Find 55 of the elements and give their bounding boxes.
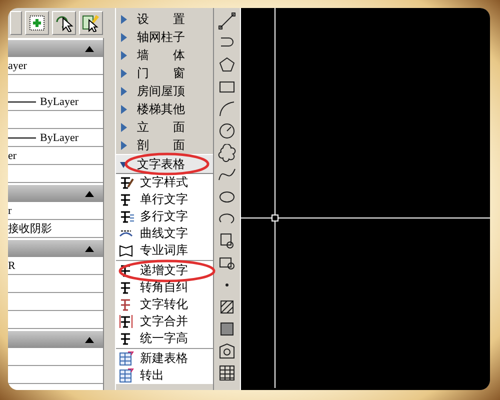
menu-item[interactable]: 文字表格 <box>116 154 213 173</box>
draw-tool-icon <box>218 232 236 250</box>
menu-item[interactable]: 曲线文字 <box>116 225 213 242</box>
menu-item[interactable]: 文字合并 <box>116 313 213 330</box>
text-tool-icon <box>118 175 134 190</box>
menu-item[interactable]: 立面 <box>116 118 213 136</box>
property-value: ayer <box>8 60 27 72</box>
menu-item[interactable]: 专业词库 <box>116 242 213 259</box>
point-icon <box>225 282 229 286</box>
text-tool-icon <box>118 351 134 366</box>
draw-tool-icon <box>218 56 236 74</box>
select-button[interactable] <box>52 11 76 35</box>
text-tool-icon <box>118 209 134 224</box>
quick-edit-button[interactable] <box>79 11 103 35</box>
expanded-icon <box>120 160 127 168</box>
menu-item[interactable]: 楼梯其他 <box>116 100 213 118</box>
property-value: er <box>8 150 17 162</box>
menu-item[interactable]: 转出 <box>116 367 213 384</box>
menu-item[interactable]: 递增文字 <box>116 262 213 279</box>
draw-tool-button[interactable] <box>216 142 238 163</box>
property-value: r <box>8 204 12 216</box>
draw-tool-icon <box>218 298 236 316</box>
menu-item[interactable]: 多行文字 <box>116 208 213 225</box>
linetype-sample <box>8 136 36 140</box>
menu-item[interactable]: 单行文字 <box>116 191 213 208</box>
draw-tool-button[interactable] <box>216 10 238 31</box>
menu-item[interactable]: 墙体 <box>116 46 213 64</box>
draw-tool-icon <box>218 320 236 338</box>
property-value: ByLayer <box>40 132 78 144</box>
menu-item[interactable]: 剖面 <box>116 136 213 154</box>
draw-tool-icon <box>218 12 236 30</box>
menu-item[interactable]: 文字样式 <box>116 174 213 191</box>
draw-tool-icon <box>218 144 236 162</box>
draw-tool-icon <box>218 122 236 140</box>
cursor-icon <box>54 14 74 32</box>
property-value: R <box>8 260 16 272</box>
menu-item[interactable]: 轴网柱子 <box>116 28 213 46</box>
cursor-icon <box>81 14 101 32</box>
menu-item[interactable]: 设置 <box>116 10 213 28</box>
linetype-sample <box>8 100 36 104</box>
menu-item[interactable]: 门窗 <box>116 64 213 82</box>
menu-item[interactable]: 房间屋顶 <box>116 82 213 100</box>
draw-tool-icon <box>218 342 236 360</box>
menu-item[interactable]: 新建表格 <box>116 350 213 367</box>
plus-icon <box>28 14 46 32</box>
property-value: 接收阴影 <box>8 222 52 236</box>
property-value: ByLayer <box>40 96 78 108</box>
menu-item[interactable]: 文字转化 <box>116 296 213 313</box>
menu-item[interactable]: 统一字高 <box>116 330 213 347</box>
draw-tool-icon <box>218 100 236 118</box>
menu-item[interactable]: 转角自纠 <box>116 279 213 296</box>
text-tool-icon <box>118 368 134 383</box>
text-tool-icon <box>118 314 134 329</box>
add-object-button[interactable] <box>25 11 49 35</box>
draw-tool-icon <box>218 364 236 382</box>
